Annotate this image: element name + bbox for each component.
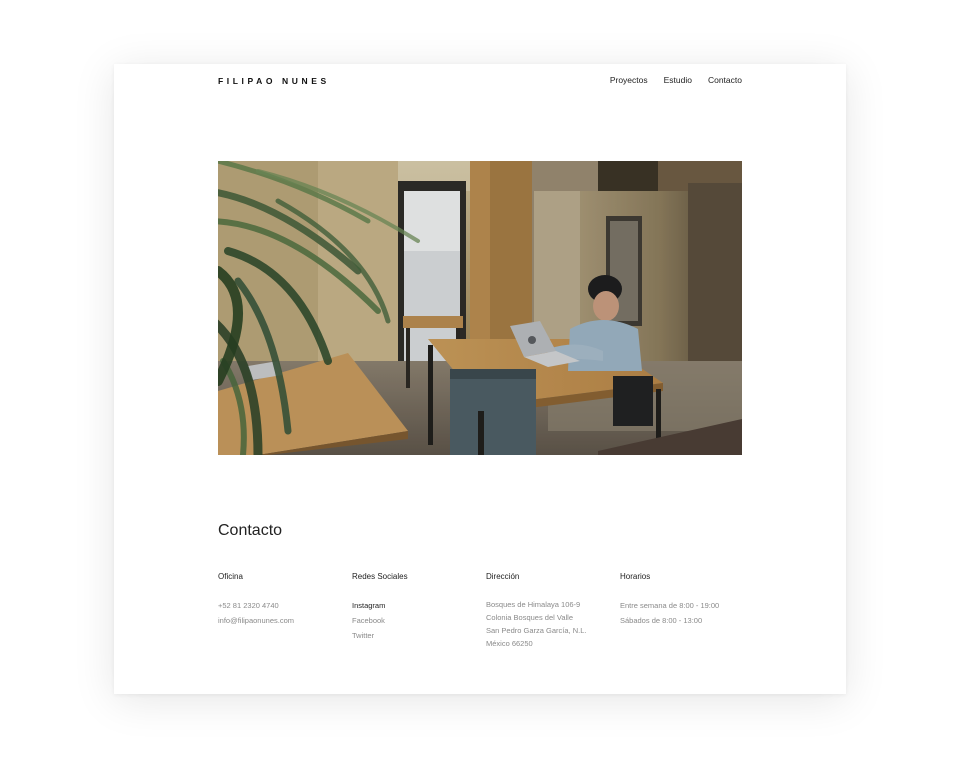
- page-card: FILIPAO NUNES Proyectos Estudio Contacto: [114, 64, 846, 694]
- hours-line: Entre semana de 8:00 - 19:00: [620, 601, 720, 610]
- social-link-facebook[interactable]: Facebook: [352, 613, 482, 628]
- hours-heading: Horarios: [620, 572, 651, 581]
- address-line: San Pedro Garza García, N.L.: [486, 626, 587, 635]
- office-photo: [218, 161, 742, 455]
- address-heading: Dirección: [486, 572, 520, 581]
- address-line: México 66250: [486, 639, 533, 648]
- hours-column: Horarios Entre semana de 8:00 - 19:00 Sá…: [620, 572, 750, 628]
- hours-line: Sábados de 8:00 - 13:00: [620, 616, 703, 625]
- address-column: Dirección Bosques de Himalaya 106-9 Colo…: [486, 572, 616, 650]
- contact-title: Contacto: [218, 522, 283, 539]
- office-phone[interactable]: +52 81 2320 4740: [218, 598, 348, 613]
- office-email[interactable]: info@filipaonunes.com: [218, 613, 348, 628]
- office-column: Oficina +52 81 2320 4740 info@filipaonun…: [218, 572, 348, 628]
- main-nav: Proyectos Estudio Contacto: [610, 75, 742, 85]
- social-link-instagram[interactable]: Instagram: [352, 598, 482, 613]
- office-heading: Oficina: [218, 572, 243, 581]
- social-heading: Redes Sociales: [352, 572, 408, 581]
- brand-logo[interactable]: FILIPAO NUNES: [218, 76, 330, 86]
- hero-image: [218, 161, 742, 455]
- nav-contacto[interactable]: Contacto: [708, 75, 742, 85]
- nav-estudio[interactable]: Estudio: [664, 75, 692, 85]
- nav-proyectos[interactable]: Proyectos: [610, 75, 648, 85]
- social-link-twitter[interactable]: Twitter: [352, 628, 482, 643]
- address-line: Colonia Bosques del Valle: [486, 613, 574, 622]
- address-line: Bosques de Himalaya 106-9: [486, 600, 581, 609]
- social-column: Redes Sociales Instagram Facebook Twitte…: [352, 572, 482, 643]
